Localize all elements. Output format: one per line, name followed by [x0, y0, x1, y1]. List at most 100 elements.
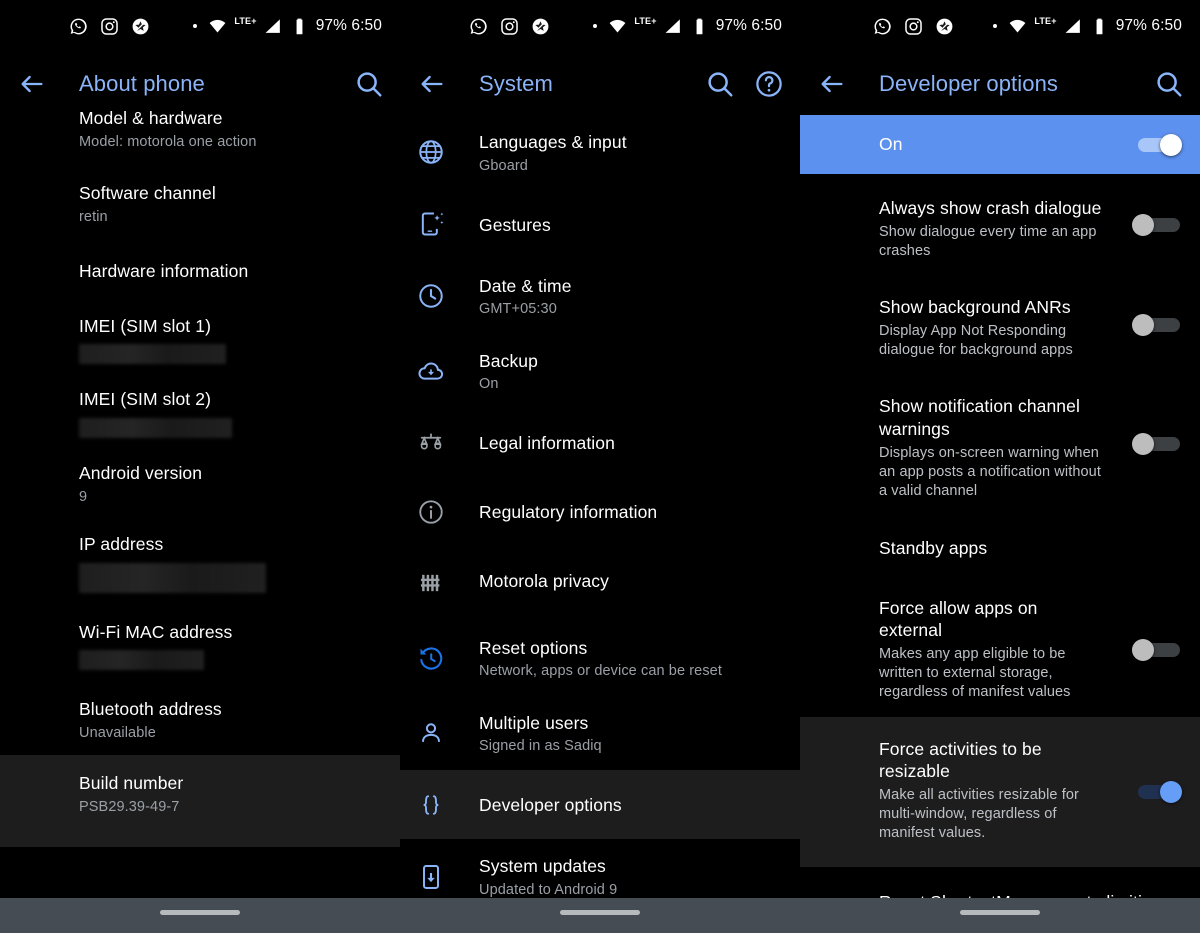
list-item-title: Standby apps — [879, 537, 988, 558]
list-item-bluetooth-address[interactable]: Bluetooth address Unavailable — [0, 682, 400, 755]
star-app-icon — [532, 18, 549, 34]
status-bar: LTE+ 97% 6:50 — [0, 0, 400, 52]
home-gesture-pill[interactable] — [960, 910, 1040, 915]
list-item-subtitle: Updated to Android 9 — [479, 881, 618, 898]
list-item-subtitle: Signed in as Sadiq — [479, 738, 602, 755]
list-item-motorola-privacy[interactable]: Motorola privacy — [400, 546, 800, 621]
list-item-build-number[interactable]: Build number PSB29.39-49-7 — [0, 755, 400, 848]
whatsapp-icon — [874, 18, 891, 34]
row-force-allow-apps-on-external[interactable]: Force allow apps on external Makes any a… — [800, 584, 1200, 717]
wifi-icon — [1009, 19, 1026, 32]
toggle-force-allow-apps-on-external[interactable] — [1132, 639, 1182, 662]
list-item-title: Developer options — [479, 795, 622, 816]
status-bar-notification-icons — [469, 0, 550, 52]
list-item-software-channel[interactable]: Software channel retin — [0, 160, 400, 236]
row-force-activities-to-be-resizable[interactable]: Force activities to be resizable Make al… — [800, 716, 1200, 868]
search-icon[interactable] — [1154, 69, 1184, 99]
list-item-model-and-hardware[interactable]: Model & hardware Model: motorola one act… — [0, 94, 400, 160]
list-item-system-updates[interactable]: System updates Updated to Android 9 — [400, 839, 800, 898]
list-item-title: Software channel — [79, 182, 216, 203]
list-item-subtitle: retin — [79, 208, 108, 225]
list-item-imei-sim-slot-1[interactable]: IMEI (SIM slot 1) — [0, 304, 400, 375]
list-item-subtitle: Displays on-screen warning when an app p… — [879, 444, 1101, 499]
list-item-title: Wi-Fi MAC address — [79, 621, 233, 642]
list-item-title: Reset options — [479, 637, 588, 658]
list-item-languages-and-input[interactable]: Languages & input Gboard — [400, 115, 800, 190]
history-icon — [417, 644, 445, 672]
list-item-title: Model & hardware — [79, 108, 223, 128]
row-standby-apps[interactable]: Standby apps — [800, 515, 1200, 584]
panel-system: LTE+ 97% 6:50 System Languages & input G… — [400, 0, 800, 898]
nav-cell-1 — [0, 898, 400, 933]
list-item-hardware-information[interactable]: Hardware information — [0, 236, 400, 304]
whatsapp-icon — [70, 18, 87, 34]
list-item-title: Build number — [79, 773, 184, 794]
list-item-title: Languages & input — [479, 132, 627, 152]
toggle-show-notification-channel-warnings[interactable] — [1132, 433, 1182, 456]
status-bar-system-icons: LTE+ 97% 6:50 — [593, 0, 782, 52]
search-icon[interactable] — [705, 69, 735, 99]
toggle-force-activities-to-be-resizable[interactable] — [1132, 780, 1182, 803]
system-navigation-bar — [0, 898, 1200, 933]
list-item-subtitle: Unavailable — [79, 725, 156, 742]
row-developer-options-master-switch[interactable]: On — [800, 115, 1200, 174]
list-item-subtitle: Show dialogue every time an app crashes — [879, 223, 1097, 259]
list-item-imei-sim-slot-2[interactable]: IMEI (SIM slot 2) — [0, 374, 400, 448]
list-item-title: IP address — [79, 533, 164, 554]
list-item-android-version[interactable]: Android version 9 — [0, 448, 400, 516]
cloud-download-icon — [417, 357, 445, 385]
list-item-ip-address[interactable]: IP address — [0, 516, 400, 605]
list-item-developer-options[interactable]: Developer options — [400, 770, 800, 840]
developer-options-list: On Always show crash dialogue Show dialo… — [800, 115, 1200, 898]
page-title: About phone — [79, 70, 205, 96]
toggle-developer-options[interactable] — [1132, 133, 1182, 156]
redacted-value — [79, 650, 204, 671]
list-item-title: Always show crash dialogue — [879, 198, 1102, 218]
page-title: System — [479, 70, 553, 96]
list-item-multiple-users[interactable]: Multiple users Signed in as Sadiq — [400, 696, 800, 771]
row-reset-shortcutmanager-rate-limiting[interactable]: Reset ShortcutManager rate limiting — [800, 867, 1200, 898]
star-app-icon — [936, 18, 953, 34]
list-item-backup[interactable]: Backup On — [400, 334, 800, 409]
home-gesture-pill[interactable] — [560, 910, 640, 915]
info-icon — [417, 498, 445, 526]
list-item-title: Backup — [479, 350, 538, 371]
list-item-regulatory-information[interactable]: Regulatory information — [400, 477, 800, 546]
list-item-subtitle: Model: motorola one action — [79, 133, 257, 150]
list-item-title: Show notification channel warnings — [879, 396, 1080, 439]
star-app-icon — [132, 18, 149, 34]
list-item-title: IMEI (SIM slot 1) — [79, 315, 211, 336]
battery-and-clock-label: 97% 6:50 — [315, 17, 382, 34]
list-item-gestures[interactable]: Gestures — [400, 190, 800, 259]
list-item-date-and-time[interactable]: Date & time GMT+05:30 — [400, 259, 800, 334]
toggle-always-show-crash-dialogue[interactable] — [1132, 213, 1182, 236]
panel-about-phone: LTE+ 97% 6:50 About phone Model & hardwa… — [0, 0, 400, 898]
status-bar-notification-icons — [69, 0, 150, 52]
list-item-title: On — [879, 134, 903, 154]
row-always-show-crash-dialogue[interactable]: Always show crash dialogue Show dialogue… — [800, 174, 1200, 275]
list-item-wifi-mac-address[interactable]: Wi-Fi MAC address — [0, 605, 400, 683]
home-gesture-pill[interactable] — [160, 910, 240, 915]
list-item-legal-information[interactable]: Legal information — [400, 408, 800, 477]
list-item-title: Gestures — [479, 214, 551, 235]
instagram-icon — [905, 17, 922, 35]
back-arrow-icon[interactable] — [418, 70, 446, 98]
status-bar-system-icons: LTE+ 97% 6:50 — [993, 0, 1182, 52]
status-bar: LTE+ 97% 6:50 — [800, 0, 1200, 52]
redacted-value — [79, 562, 266, 593]
list-item-subtitle: Network, apps or device can be reset — [479, 663, 722, 680]
row-show-notification-channel-warnings[interactable]: Show notification channel warnings Displ… — [800, 374, 1200, 515]
back-arrow-icon[interactable] — [818, 70, 846, 98]
list-item-reset-options[interactable]: Reset options Network, apps or device ca… — [400, 621, 800, 696]
wifi-icon — [209, 19, 226, 32]
system-update-icon — [417, 863, 445, 891]
braces-icon — [417, 791, 445, 819]
list-item-subtitle: On — [479, 376, 499, 393]
row-show-background-anrs[interactable]: Show background ANRs Display App Not Res… — [800, 275, 1200, 374]
toggle-show-background-anrs[interactable] — [1132, 313, 1182, 336]
vpn-dot-icon — [593, 24, 598, 28]
gestures-icon — [417, 210, 445, 238]
help-icon[interactable] — [754, 69, 784, 99]
list-item-title: Bluetooth address — [79, 699, 222, 720]
redacted-value — [79, 418, 232, 438]
